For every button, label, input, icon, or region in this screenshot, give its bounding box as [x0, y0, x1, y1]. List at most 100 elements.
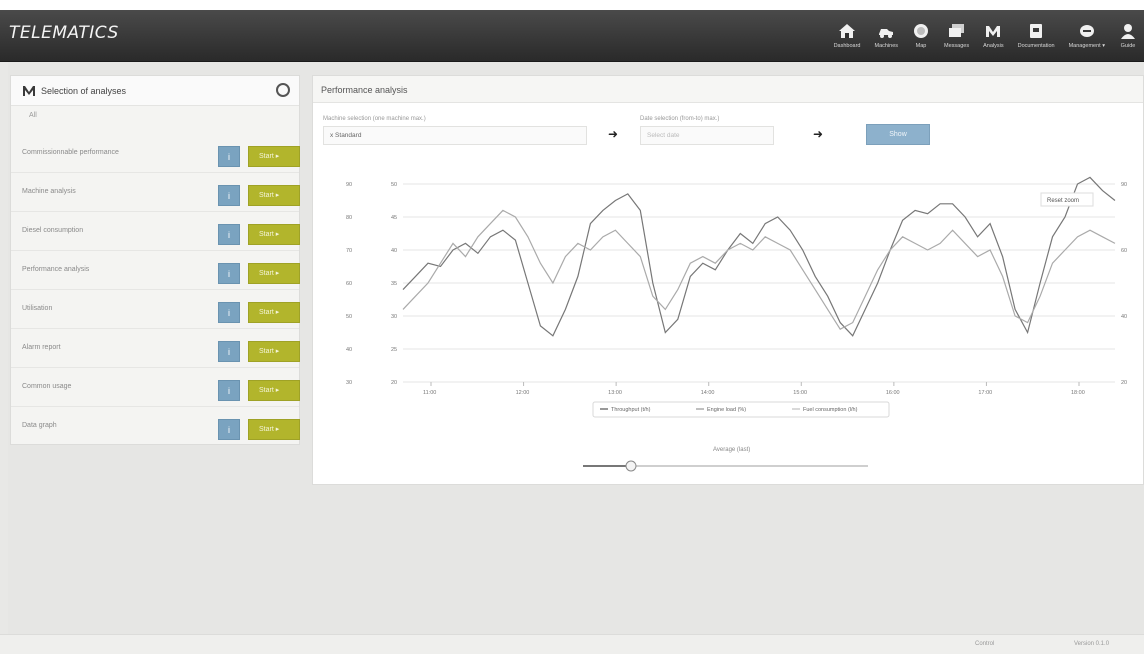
analysis-row: Performance analysis i Start ▸	[11, 251, 300, 290]
legend-item[interactable]: Engine load (%)	[707, 407, 746, 413]
analysis-icon	[986, 26, 1001, 37]
document-icon	[1030, 24, 1043, 38]
panel-header: Selection of analyses	[11, 76, 299, 106]
performance-analysis-panel: Performance analysis Machine selection (…	[312, 75, 1144, 485]
start-button[interactable]: Start ▸	[248, 341, 300, 362]
analysis-row: Commissionnable performance i Start ▸	[11, 134, 300, 173]
version-text: Version 0.1.0	[1074, 641, 1110, 647]
y-tick-label: 40	[346, 347, 352, 353]
y-tick-label: 40	[391, 248, 397, 254]
play-icon: ▸	[275, 231, 280, 238]
play-icon: ▸	[275, 348, 280, 355]
nav-user[interactable]: Guide	[1112, 10, 1144, 62]
y-tick-label: 90	[346, 182, 352, 188]
info-button[interactable]: i	[218, 341, 240, 362]
nav-map[interactable]: Map	[905, 10, 937, 62]
start-label: Start	[259, 231, 274, 238]
analysis-row: Utilisation i Start ▸	[11, 290, 300, 329]
play-icon: ▸	[275, 270, 280, 277]
y-tick-label: 80	[346, 215, 352, 221]
info-button[interactable]: i	[218, 302, 240, 323]
legend-item[interactable]: Fuel consumption (l/h)	[803, 407, 858, 413]
app-header: TELEMATICS Dashboard Machines Map Messag…	[0, 10, 1144, 62]
home-icon	[839, 24, 856, 38]
x-tick-label: 18:00	[1071, 390, 1085, 396]
x-tick-label: 11:00	[423, 390, 436, 396]
play-icon: ▸	[275, 387, 280, 394]
panel-title: Selection of analyses	[41, 86, 127, 96]
y-tick-label: 20	[1121, 380, 1127, 386]
y-tick-label: 40	[1121, 314, 1127, 320]
start-label: Start	[259, 153, 274, 160]
analysis-row: Alarm report i Start ▸	[11, 329, 300, 368]
start-button[interactable]: Start ▸	[248, 224, 300, 245]
series-line[interactable]	[402, 209, 1116, 330]
y-tick-label: 70	[346, 248, 352, 254]
slider-label: Average (last)	[713, 447, 751, 453]
footer: Control Version 0.1.0	[0, 634, 1144, 654]
info-button[interactable]: i	[218, 419, 240, 440]
analysis-name: Commissionnable performance	[22, 149, 119, 156]
start-button[interactable]: Start ▸	[248, 380, 300, 401]
start-label: Start	[259, 387, 274, 394]
footer-link[interactable]: Control	[975, 641, 994, 647]
y-tick-label: 20	[391, 380, 397, 386]
nav-messages[interactable]: Messages	[937, 10, 976, 62]
messages-icon	[948, 24, 964, 37]
info-button[interactable]: i	[218, 224, 240, 245]
analysis-row: Diesel consumption i Start ▸	[11, 212, 300, 251]
start-button[interactable]: Start ▸	[248, 146, 300, 167]
globe-icon	[914, 24, 929, 38]
y-tick-label: 90	[1121, 182, 1127, 188]
y-tick-label: 50	[346, 314, 352, 320]
play-icon: ▸	[275, 153, 280, 160]
analysis-row: Data graph i Start ▸	[11, 407, 300, 446]
management-icon	[1079, 25, 1094, 37]
nav-label: Management ▾	[1068, 43, 1105, 49]
x-tick-label: 13:00	[608, 390, 622, 396]
play-icon: ▸	[275, 192, 280, 199]
analysis-name: Data graph	[22, 422, 57, 429]
x-tick-label: 12:00	[516, 390, 530, 396]
gear-icon[interactable]	[276, 83, 290, 97]
x-tick-label: 14:00	[701, 390, 715, 396]
start-button[interactable]: Start ▸	[248, 419, 300, 440]
analysis-row: Common usage i Start ▸	[11, 368, 300, 407]
nav-label: Machines	[874, 43, 899, 49]
analysis-name: Diesel consumption	[22, 227, 84, 234]
filter-label[interactable]: All	[29, 112, 37, 119]
nav-analysis[interactable]: Analysis	[976, 10, 1010, 62]
nav-documentation[interactable]: Documentation	[1011, 10, 1062, 62]
performance-chart[interactable]: 90 50 90 80 45 70 40 60 60 35 50 30 40 40 25 30 20 20 11:0…	[313, 76, 1144, 486]
y-tick-label: 50	[391, 182, 397, 188]
analysis-selection-panel: Selection of analyses All Commissionnabl…	[10, 75, 300, 446]
main-nav: Dashboard Machines Map Messages Analysis…	[827, 10, 1144, 62]
y-tick-label: 60	[1121, 248, 1127, 254]
info-button[interactable]: i	[218, 380, 240, 401]
slider-handle[interactable]	[625, 460, 637, 472]
analysis-name: Alarm report	[22, 344, 61, 351]
nav-label: Documentation	[1017, 43, 1055, 49]
nav-dashboard[interactable]: Dashboard	[827, 10, 868, 62]
info-button[interactable]: i	[218, 185, 240, 206]
start-button[interactable]: Start ▸	[248, 263, 300, 284]
nav-management[interactable]: Management ▾	[1062, 10, 1112, 62]
nav-machines[interactable]: Machines	[867, 10, 905, 62]
nav-label: Dashboard	[833, 43, 861, 49]
series-line[interactable]	[402, 176, 1116, 337]
y-tick-label: 30	[346, 380, 352, 386]
y-tick-label: 30	[391, 314, 397, 320]
start-button[interactable]: Start ▸	[248, 185, 300, 206]
start-button[interactable]: Start ▸	[248, 302, 300, 323]
legend-item[interactable]: Throughput (t/h)	[611, 407, 651, 413]
user-icon	[1121, 24, 1135, 39]
start-label: Start	[259, 348, 274, 355]
y-tick-label: 60	[346, 281, 352, 287]
play-icon: ▸	[275, 309, 280, 316]
info-button[interactable]: i	[218, 146, 240, 167]
y-tick-label: 45	[391, 215, 397, 221]
info-button[interactable]: i	[218, 263, 240, 284]
x-tick-label: 15:00	[793, 390, 807, 396]
nav-label: Guide	[1120, 43, 1136, 49]
machine-icon	[879, 29, 894, 38]
